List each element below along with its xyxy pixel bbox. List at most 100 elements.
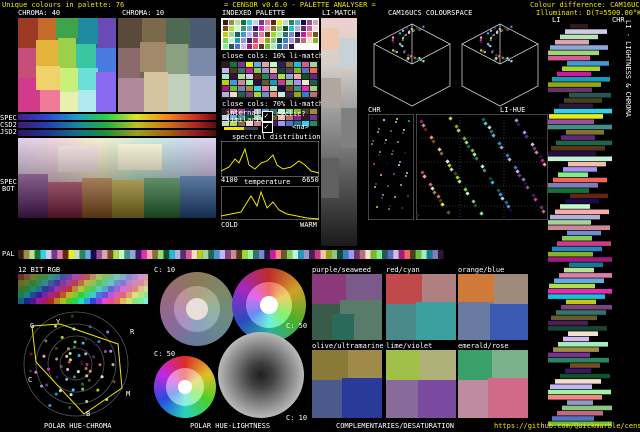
palette-strip-swatch <box>18 250 24 259</box>
palette-swatch <box>289 32 294 37</box>
colourspace-point <box>510 25 513 28</box>
rgb12-cell <box>30 280 36 286</box>
rgb12-cell <box>114 286 120 292</box>
lightness-bar <box>548 352 580 358</box>
chroma-bar <box>580 140 612 146</box>
rgb12-cell <box>132 286 138 292</box>
rgb12-cell <box>96 274 102 280</box>
hue-chroma-point <box>98 363 102 367</box>
colourspace-point <box>498 27 502 31</box>
similarity-checkbox[interactable]: ✓ <box>262 111 273 122</box>
colourspace-point <box>410 27 414 31</box>
chroma-bar <box>580 82 601 87</box>
rgb12-cell <box>60 274 66 280</box>
c50b-label: C: 50 <box>154 350 176 358</box>
rgb12-cell <box>120 274 126 280</box>
rgb12-cell <box>144 274 148 280</box>
palette-strip-swatch <box>314 250 321 259</box>
palette-swatch <box>247 20 252 25</box>
palette-swatch <box>229 38 234 43</box>
close-colour-swatch <box>294 62 301 67</box>
lightness-bar <box>548 119 580 124</box>
chroma-point <box>402 132 404 134</box>
chroma-bar <box>580 193 608 199</box>
chroma-bar <box>580 299 596 305</box>
palette-swatch <box>307 38 312 43</box>
palette-swatch <box>253 20 258 25</box>
palette-swatch <box>241 26 246 31</box>
rgb12-cell <box>108 298 114 304</box>
hue-chroma-point <box>88 369 92 373</box>
colourspace-point <box>493 27 497 30</box>
rgb12-cell <box>144 292 148 298</box>
cam16ucs-cubes <box>373 23 539 107</box>
lime-violet-label: lime/violet <box>386 342 433 350</box>
close-colour-swatch <box>294 86 301 91</box>
chroma-point <box>390 130 392 132</box>
chroma-bar <box>580 416 594 421</box>
c10-label: C: 10 <box>154 266 176 274</box>
palette-swatch <box>259 20 264 25</box>
chroma-bar <box>580 379 601 384</box>
hue-chroma-point <box>81 341 85 345</box>
palette-swatch <box>247 38 252 43</box>
colourspace-point <box>486 32 490 35</box>
palette-swatch <box>235 26 240 31</box>
hue-chroma-point <box>68 406 72 410</box>
close-colour-swatch <box>222 62 229 67</box>
hue-chroma-point <box>92 355 96 359</box>
lightness-bar <box>555 379 580 384</box>
rgb12-cell <box>42 274 48 280</box>
rgb12-cell <box>66 286 72 292</box>
chroma-point <box>376 206 378 208</box>
cyclic-checkbox[interactable]: ✓ <box>262 122 273 133</box>
chroma-bar <box>580 389 611 395</box>
comp-emerald-rose <box>458 350 528 418</box>
colourspace-point <box>486 42 490 46</box>
rgb12-cell <box>24 274 30 280</box>
li-chroma-bars <box>548 24 612 426</box>
rgb12-cell <box>96 292 102 298</box>
emerald-rose-label: emerald/rose <box>458 342 509 350</box>
lightness-bar <box>558 172 580 177</box>
indexed-palette-grid[interactable] <box>221 18 319 50</box>
hue-chroma-point <box>29 369 33 373</box>
palette-strip-swatch <box>208 250 214 259</box>
palette-strip-swatch <box>421 250 427 259</box>
palette-swatch <box>313 38 318 43</box>
hue-chroma-point <box>76 370 80 374</box>
chroma-bar <box>580 188 589 193</box>
github-link[interactable]: https://github.com/Quickmarble/censor <box>494 422 640 430</box>
close-colour-swatch <box>278 68 285 73</box>
chroma-bar <box>580 352 590 358</box>
g-marker: G <box>30 322 35 330</box>
palette-swatch <box>223 38 228 43</box>
rgb12-cell <box>102 292 108 298</box>
rgb12-cell <box>114 274 120 280</box>
chroma-point <box>398 164 400 166</box>
palette-swatch <box>301 38 306 43</box>
close-colour-swatch <box>294 68 301 73</box>
rgb12-cell <box>60 292 66 298</box>
palette-strip[interactable] <box>18 250 450 259</box>
palette-strip-swatch <box>281 250 287 259</box>
palette-swatch <box>223 20 228 25</box>
rgb12-cell <box>96 286 102 292</box>
rgb12-cell <box>132 292 138 298</box>
hue-chroma-point <box>103 349 107 353</box>
jsd2-label: JSD2 <box>0 128 17 136</box>
palette-strip-swatch <box>382 250 388 259</box>
rgb12-cell <box>72 280 78 286</box>
palette-strip-swatch <box>124 250 130 259</box>
palette-swatch <box>313 20 318 25</box>
chroma-bar <box>580 61 609 66</box>
chroma-point <box>373 163 375 165</box>
palette-swatch <box>265 20 270 25</box>
palette-strip-swatch <box>326 250 332 259</box>
rgb12-cell <box>138 286 144 292</box>
palette-strip-swatch <box>130 250 136 259</box>
rgb12-cell <box>42 298 48 304</box>
rgb12-cell <box>138 292 144 298</box>
lightness-chroma-vertical-label: LI - LIGHTNESS & CHROMA <box>624 20 632 117</box>
hue-chroma-point <box>45 383 49 387</box>
